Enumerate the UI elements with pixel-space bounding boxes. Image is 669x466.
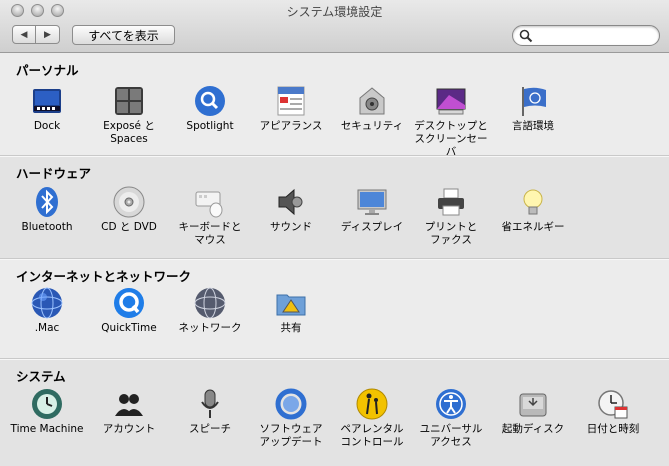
pref-appearance[interactable]: アピアランス: [250, 85, 332, 133]
back-button[interactable]: ◀: [12, 25, 36, 44]
appearance-icon: [277, 86, 305, 116]
desktop-icon: [436, 88, 466, 115]
time-machine-icon: [32, 389, 62, 419]
pref-sound[interactable]: サウンド: [250, 186, 332, 234]
pref-speech[interactable]: スピーチ: [169, 388, 251, 436]
pref-label: 日付と時刻: [586, 423, 640, 435]
pref-software-update[interactable]: ソフトウェア アップデート: [250, 388, 332, 449]
energy-saver-icon: [523, 189, 543, 215]
pref-label: サウンド: [270, 221, 312, 233]
date-time-icon: [598, 390, 628, 419]
section-system: システム Time Machine アカウント スピーチ ソフトウェア アップデ…: [0, 360, 669, 466]
section-title-internet: インターネットとネットワーク: [16, 269, 192, 284]
pref-label: デスクトップと スクリーンセーバ: [414, 120, 488, 158]
search-field[interactable]: [512, 25, 660, 46]
show-all-button[interactable]: すべてを表示: [72, 25, 175, 45]
nav-buttons: ◀ ▶: [12, 25, 60, 44]
pref-label: 省エネルギー: [501, 221, 565, 233]
pref-energy-saver[interactable]: 省エネルギー: [492, 186, 574, 234]
pref-label: ペアレンタル コントロール: [340, 423, 404, 448]
pref-accounts[interactable]: アカウント: [88, 388, 170, 436]
pref-keyboard-mouse[interactable]: キーボードと マウス: [169, 186, 251, 247]
pref-parental-controls[interactable]: ペアレンタル コントロール: [331, 388, 413, 449]
pref-cd-dvd[interactable]: CD と DVD: [88, 186, 170, 234]
pref-label: Time Machine: [10, 423, 84, 435]
section-title-personal: パーソナル: [16, 63, 79, 78]
forward-arrow-icon: ▶: [44, 29, 51, 40]
pref-label: アピアランス: [259, 120, 323, 132]
dock-icon: [33, 89, 61, 113]
section-title-hardware: ハードウェア: [16, 166, 92, 181]
titlebar: システム環境設定 ◀ ▶ すべてを表示: [0, 0, 669, 53]
pref-label: プリントと ファクス: [424, 221, 478, 246]
cd-dvd-icon: [113, 186, 145, 218]
international-icon: [522, 87, 546, 116]
pref-label: ユニバーサル アクセス: [419, 423, 483, 448]
bluetooth-icon: [36, 187, 58, 217]
pref-label: 起動ディスク: [501, 423, 565, 435]
pref-label: キーボードと マウス: [178, 221, 242, 246]
display-icon: [357, 189, 387, 215]
accounts-icon: [115, 394, 143, 416]
quicktime-icon: [114, 288, 144, 318]
system-preferences-window: システム環境設定 ◀ ▶ すべてを表示 パーソナル Dock Exposé と …: [0, 0, 669, 466]
pref-label: Dock: [33, 120, 61, 132]
pref-dotmac[interactable]: .Mac: [6, 287, 88, 335]
pref-label: Spotlight: [186, 120, 234, 132]
back-arrow-icon: ◀: [20, 29, 28, 40]
pref-international[interactable]: 言語環境: [492, 85, 574, 133]
pref-security[interactable]: セキュリティ: [331, 85, 413, 133]
pref-label: セキュリティ: [340, 120, 404, 132]
pref-label: アカウント: [102, 423, 156, 435]
window-title: システム環境設定: [286, 5, 383, 19]
section-hardware: ハードウェア Bluetooth CD と DVD キーボードと マウス サウン…: [0, 157, 669, 258]
pref-label: 共有: [280, 322, 302, 334]
software-update-icon: [275, 388, 307, 420]
pref-label: Bluetooth: [21, 221, 73, 233]
section-internet-network: インターネットとネットワーク .Mac QuickTime ネットワーク 共有: [0, 260, 669, 358]
universal-access-icon: [436, 389, 466, 419]
printer-icon: [438, 188, 464, 216]
pref-universal-access[interactable]: ユニバーサル アクセス: [410, 388, 492, 449]
forward-button[interactable]: ▶: [36, 25, 60, 44]
startup-disk-icon: [519, 393, 547, 417]
pref-bluetooth[interactable]: Bluetooth: [6, 186, 88, 234]
pref-display[interactable]: ディスプレイ: [331, 186, 413, 234]
pref-sharing[interactable]: 共有: [250, 287, 332, 335]
pref-label: ネットワーク: [178, 322, 242, 334]
sound-icon: [278, 188, 303, 216]
expose-icon: [115, 87, 143, 115]
pref-label: スピーチ: [189, 423, 231, 435]
keyboard-mouse-icon: [195, 191, 223, 218]
pref-label: ディスプレイ: [340, 221, 404, 233]
pref-label: ソフトウェア アップデート: [259, 423, 323, 448]
sharing-icon: [276, 294, 306, 316]
dotmac-icon: [31, 287, 63, 319]
pref-date-time[interactable]: 日付と時刻: [572, 388, 654, 436]
pref-expose-spaces[interactable]: Exposé と Spaces: [88, 85, 170, 146]
section-title-system: システム: [16, 369, 66, 384]
pref-label: 言語環境: [512, 120, 554, 132]
pref-network[interactable]: ネットワーク: [169, 287, 251, 335]
pref-label: QuickTime: [101, 322, 157, 334]
pref-desktop-screensaver[interactable]: デスクトップと スクリーンセーバ: [410, 85, 492, 159]
pref-print-fax[interactable]: プリントと ファクス: [410, 186, 492, 247]
section-personal: パーソナル Dock Exposé と Spaces Spotlight アピア…: [0, 54, 669, 158]
search-icon: [519, 29, 533, 43]
spotlight-icon: [195, 86, 225, 116]
speech-icon: [201, 389, 219, 418]
pref-label: .Mac: [34, 322, 60, 334]
pref-label: CD と DVD: [101, 221, 157, 233]
pref-spotlight[interactable]: Spotlight: [169, 85, 251, 133]
pref-startup-disk[interactable]: 起動ディスク: [492, 388, 574, 436]
network-icon: [194, 287, 226, 319]
pref-dock[interactable]: Dock: [6, 85, 88, 133]
pref-quicktime[interactable]: QuickTime: [88, 287, 170, 335]
parental-controls-icon: [356, 388, 388, 420]
security-icon: [359, 87, 385, 115]
pref-label: Exposé と Spaces: [103, 120, 155, 145]
pref-time-machine[interactable]: Time Machine: [6, 388, 88, 436]
